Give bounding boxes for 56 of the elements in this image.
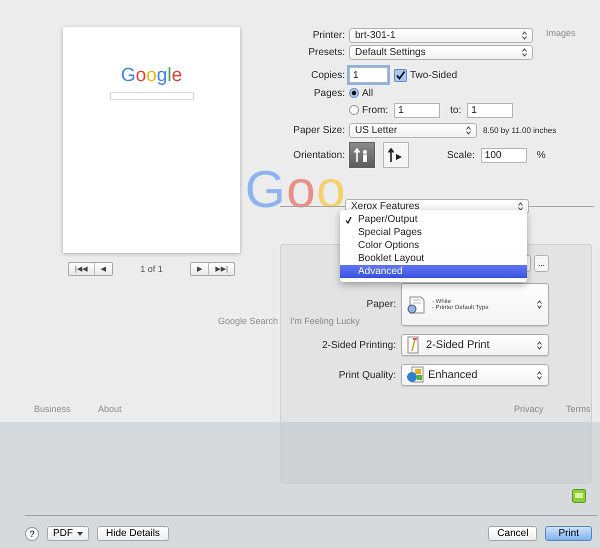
preview-logo: Google bbox=[120, 65, 182, 87]
paper-dimensions: 8.50 by 11.00 inches bbox=[483, 126, 556, 135]
color-quality-icon bbox=[406, 366, 424, 384]
check-icon bbox=[345, 216, 352, 224]
menu-item[interactable]: Advanced bbox=[340, 265, 527, 278]
faded-button-text: I'm Feeling Lucky bbox=[290, 316, 360, 326]
presets-popup[interactable]: Default Settings bbox=[349, 45, 533, 60]
menu-item[interactable]: Color Options bbox=[340, 239, 527, 252]
printer-status-icon bbox=[572, 489, 586, 503]
stepper-icon bbox=[537, 340, 542, 350]
stepper-icon bbox=[537, 370, 542, 380]
copies-field[interactable]: 1 bbox=[349, 67, 388, 83]
field-label: Print Quality: bbox=[338, 370, 396, 380]
stepper-icon bbox=[518, 202, 523, 210]
radio-button[interactable] bbox=[349, 105, 359, 115]
field-label: 2-Sided Printing: bbox=[321, 340, 396, 350]
unit-label: % bbox=[536, 150, 546, 160]
field-label: Orientation: bbox=[292, 150, 345, 160]
print-quality-popup[interactable]: Enhanced bbox=[401, 364, 549, 386]
check-icon bbox=[395, 70, 406, 80]
portrait-button[interactable] bbox=[349, 142, 375, 168]
field-label: Presets: bbox=[307, 47, 345, 58]
cancel-button[interactable]: Cancel bbox=[488, 526, 538, 541]
menu-item[interactable]: Special Pages bbox=[340, 226, 527, 239]
to-page-field[interactable]: 1 bbox=[467, 102, 514, 118]
field-label: Copies: bbox=[310, 70, 345, 80]
hide-details-button[interactable]: Hide Details bbox=[97, 526, 169, 541]
field-label: Printer: bbox=[312, 30, 345, 40]
field-label: Paper: bbox=[366, 299, 396, 310]
field-label: Scale: bbox=[447, 150, 475, 160]
stepper-icon bbox=[522, 30, 527, 40]
paper-size-popup[interactable]: US Letter bbox=[349, 123, 477, 138]
checkbox-label: Two-Sided bbox=[410, 70, 458, 80]
caret-icon bbox=[77, 532, 83, 536]
from-page-field[interactable]: 1 bbox=[394, 102, 440, 118]
page-count: 1 of 1 bbox=[140, 264, 163, 274]
landscape-button[interactable] bbox=[383, 142, 409, 168]
stepper-icon bbox=[522, 48, 527, 57]
more-button[interactable]: ... bbox=[534, 255, 549, 272]
print-button[interactable]: Print bbox=[545, 526, 592, 541]
radio-button[interactable] bbox=[349, 88, 359, 98]
faded-button-text: Google Search bbox=[218, 316, 278, 326]
field-label: to: bbox=[450, 104, 462, 116]
printer-popup[interactable]: brt-301-1 bbox=[349, 28, 533, 42]
menu-item[interactable]: Booklet Layout bbox=[340, 252, 527, 265]
help-button[interactable]: ? bbox=[25, 526, 39, 540]
radio-label: All bbox=[362, 88, 374, 98]
scale-field[interactable]: 100 bbox=[480, 148, 527, 162]
radio-label: From: bbox=[362, 104, 388, 116]
checkbox[interactable] bbox=[394, 68, 407, 82]
field-label: Pages: bbox=[312, 88, 345, 98]
stepper-icon bbox=[537, 300, 542, 309]
stepper-icon bbox=[466, 126, 471, 135]
two-sided-popup[interactable]: 2-Sided Print bbox=[401, 334, 549, 356]
field-label: Paper Size: bbox=[292, 125, 345, 136]
pdf-menu-button[interactable]: PDF bbox=[47, 526, 89, 541]
